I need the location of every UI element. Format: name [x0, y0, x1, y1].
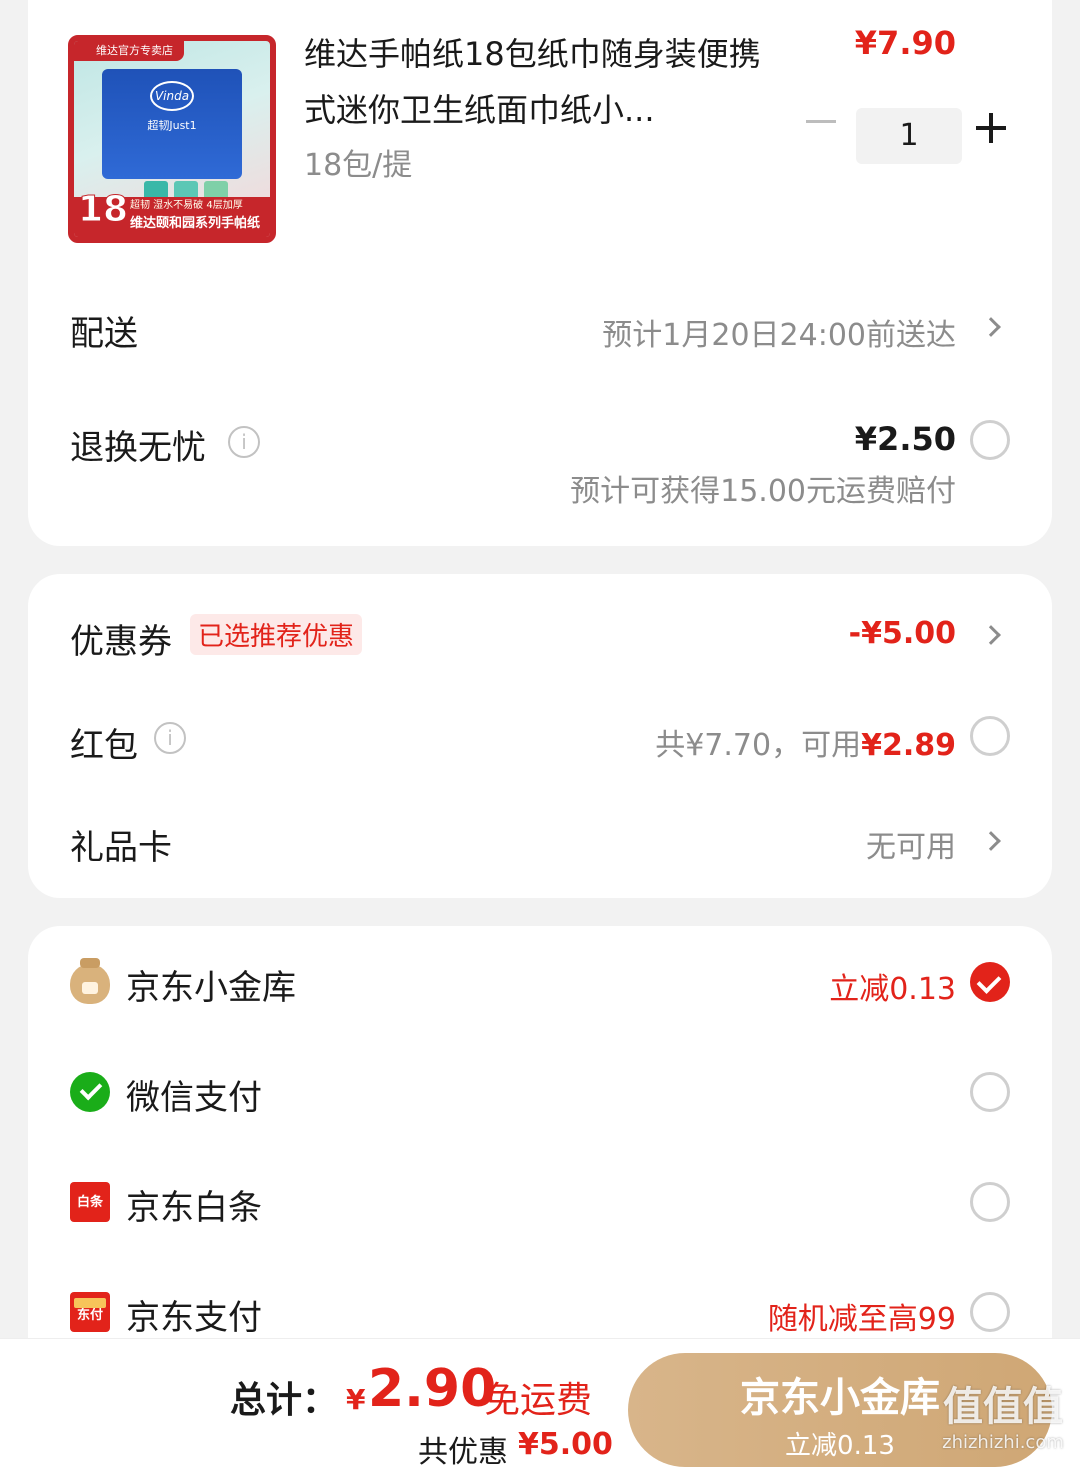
watermark-domain: zhizhizhi.com — [942, 1432, 1064, 1453]
coupon-label: 优惠券 — [70, 622, 172, 662]
total-amount: 2.90 — [368, 1359, 497, 1419]
jd-pay-icon: 东付 — [70, 1292, 110, 1332]
money-bag-icon — [70, 958, 110, 1004]
watermark-text: 值值值 — [943, 1384, 1063, 1430]
delivery-estimate[interactable]: 预计1月20日24:00前送达 — [602, 310, 956, 354]
total-currency: ¥ — [346, 1383, 366, 1416]
delivery-label: 配送 — [70, 314, 138, 354]
coupon-recommended-tag: 已选推荐优惠 — [190, 614, 363, 655]
payment-radio[interactable] — [970, 1072, 1010, 1112]
product-pack-illustration: Vinda 超韧Just1 — [102, 69, 242, 179]
red-packet-label: 红包 — [70, 726, 138, 766]
shipping-fee-text: 免运费 — [484, 1380, 593, 1421]
info-icon[interactable]: i — [154, 722, 186, 754]
checkout-bar: 总计： ¥ 2.90 免运费 共优惠 ¥5.00 京东小金库 立减0.13 — [0, 1338, 1080, 1476]
quantity-increase-button[interactable] — [976, 112, 1008, 144]
red-packet-total: 共¥7.70，可用 — [655, 728, 862, 763]
return-insurance-price: ¥2.50 — [854, 420, 956, 458]
payment-radio[interactable] — [970, 1182, 1010, 1222]
coupon-amount[interactable]: -¥5.00 — [849, 616, 956, 651]
baitiao-icon: 白条 — [70, 1182, 110, 1222]
product-image[interactable]: 维达官方专卖店 Vinda 超韧Just1 18 超韧 湿水不易破 4层加厚 维… — [68, 35, 276, 243]
product-image-banner: 18 超韧 湿水不易破 4层加厚 维达颐和园系列手帕纸 — [74, 189, 270, 237]
total-label: 总计： — [230, 1380, 339, 1421]
red-packet-available: ¥2.89 — [861, 728, 956, 763]
payment-label: 微信支付 — [126, 1078, 262, 1118]
payment-radio-selected[interactable] — [970, 962, 1010, 1002]
payment-promo: 随机减至高99 — [767, 1302, 956, 1337]
payment-label: 京东小金库 — [126, 968, 296, 1008]
gift-card-label: 礼品卡 — [70, 828, 172, 868]
payment-radio[interactable] — [970, 1292, 1010, 1332]
site-watermark: 值值值 zhizhizhi.com — [928, 1384, 1078, 1470]
saved-amount: ¥5.00 — [518, 1427, 613, 1462]
payment-option-wechat[interactable]: 微信支付 — [28, 1036, 1052, 1146]
pack-count: 18 — [77, 189, 129, 231]
chevron-right-icon[interactable] — [981, 625, 1001, 645]
chevron-right-icon[interactable] — [981, 317, 1001, 337]
banner-line-2: 维达颐和园系列手帕纸 — [130, 216, 261, 231]
product-series-text: 超韧Just1 — [147, 119, 197, 132]
payment-option-baitiao[interactable]: 白条 京东白条 — [28, 1146, 1052, 1256]
chevron-right-icon[interactable] — [981, 831, 1001, 851]
payment-promo: 立减0.13 — [829, 972, 956, 1007]
quantity-input[interactable]: 1 — [856, 108, 962, 164]
product-title[interactable]: 维达手帕纸18包纸巾随身装便携式迷你卫生纸面巾纸小... — [304, 26, 774, 138]
saved-label: 共优惠 — [418, 1435, 508, 1470]
vinda-logo: Vinda — [150, 81, 194, 111]
shop-tag: 维达官方专卖店 — [74, 41, 184, 61]
quantity-decrease-button[interactable] — [806, 120, 836, 123]
return-insurance-note: 预计可获得15.00元运费赔付 — [570, 474, 956, 509]
product-spec: 18包/提 — [304, 148, 413, 183]
payment-method-card: 京东小金库 立减0.13 微信支付 白条 京东白条 东付 京东支付 随机减至高9… — [28, 926, 1052, 1386]
gift-card-value[interactable]: 无可用 — [866, 822, 956, 866]
return-insurance-label: 退换无忧 — [70, 428, 206, 468]
payment-option-xiaojinku[interactable]: 京东小金库 立减0.13 — [28, 926, 1052, 1036]
return-insurance-radio[interactable] — [970, 420, 1010, 460]
payment-label: 京东白条 — [126, 1188, 262, 1228]
info-icon[interactable]: i — [228, 426, 260, 458]
red-packet-radio[interactable] — [970, 716, 1010, 756]
wechat-pay-icon — [70, 1072, 110, 1112]
red-packet-summary: 共¥7.70，可用¥2.89 — [655, 720, 956, 764]
payment-label: 京东支付 — [126, 1298, 262, 1338]
order-item-card: 维达官方专卖店 Vinda 超韧Just1 18 超韧 湿水不易破 4层加厚 维… — [28, 0, 1052, 546]
banner-line-1: 超韧 湿水不易破 4层加厚 — [130, 200, 243, 211]
discount-card: 优惠券 已选推荐优惠 -¥5.00 红包 i 共¥7.70，可用¥2.89 礼品… — [28, 574, 1052, 898]
product-price: ¥7.90 — [854, 24, 956, 62]
